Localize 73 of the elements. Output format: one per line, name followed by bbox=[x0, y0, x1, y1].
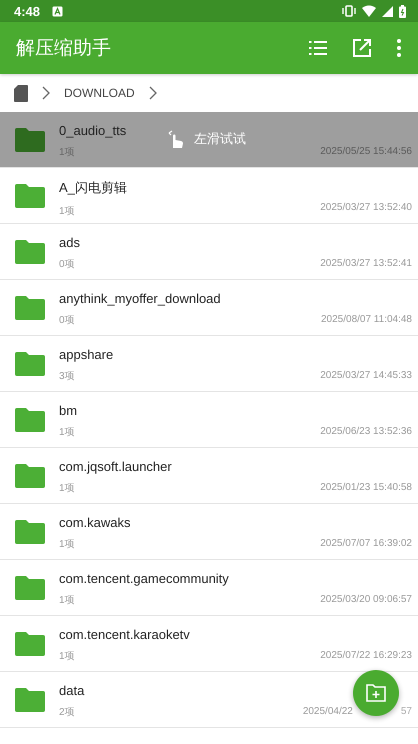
breadcrumb-item[interactable]: DOWNLOAD bbox=[64, 86, 135, 100]
folder-name: com.tencent.gamecommunity bbox=[59, 571, 229, 586]
modified-date: 2025/01/23 15:40:58 bbox=[320, 482, 412, 493]
folder-row[interactable]: appshare 3项 2025/03/27 14:45:33 bbox=[0, 336, 418, 392]
app-title: 解压缩助手 bbox=[16, 37, 112, 61]
folder-row[interactable]: A_闪电剪辑 1项 2025/03/27 13:52:40 bbox=[0, 168, 418, 224]
item-count: 1项 bbox=[59, 426, 75, 439]
more-options-icon[interactable] bbox=[396, 38, 402, 58]
sd-card-icon[interactable] bbox=[14, 84, 28, 102]
folder-name: ads bbox=[59, 235, 80, 250]
modified-date: 57 bbox=[400, 706, 412, 717]
folder-icon bbox=[15, 240, 45, 264]
folder-name: anythink_myoffer_download bbox=[59, 291, 221, 306]
list-view-icon[interactable] bbox=[308, 38, 328, 58]
item-count: 1项 bbox=[59, 205, 75, 218]
modified-date: 2025/06/23 13:52:36 bbox=[320, 426, 412, 437]
item-count: 3项 bbox=[59, 370, 75, 383]
folder-row[interactable]: ads 0项 2025/03/27 13:52:41 bbox=[0, 224, 418, 280]
modified-date: 2025/07/22 16:29:23 bbox=[320, 650, 412, 661]
folder-row[interactable]: 0_audio_tts 1项 左滑试试 2025/05/25 15:44:56 bbox=[0, 112, 418, 168]
folder-icon bbox=[15, 576, 45, 600]
folder-icon bbox=[15, 296, 45, 320]
folder-icon bbox=[15, 128, 45, 152]
folder-name: bm bbox=[59, 403, 78, 418]
folder-name: data bbox=[59, 683, 84, 698]
battery-icon bbox=[399, 4, 406, 18]
modified-date: 2025/04/22 bbox=[302, 706, 353, 717]
item-count: 0项 bbox=[59, 258, 75, 271]
item-count: 1项 bbox=[59, 538, 75, 551]
notification-icon bbox=[52, 6, 64, 16]
item-count: 1项 bbox=[59, 650, 75, 663]
chevron-icon bbox=[42, 86, 50, 100]
folder-icon bbox=[15, 464, 45, 488]
folder-icon bbox=[15, 688, 45, 712]
modified-date: 2025/08/07 11:04:48 bbox=[320, 314, 412, 325]
folder-icon bbox=[15, 352, 45, 376]
folder-name: com.tencent.karaoketv bbox=[59, 627, 190, 642]
item-count: 1项 bbox=[59, 594, 75, 607]
swipe-hand-icon bbox=[168, 130, 184, 148]
folder-icon bbox=[15, 184, 45, 208]
folder-row[interactable]: anythink_myoffer_download 0项 2025/08/07 11:04:48 bbox=[0, 280, 418, 336]
folder-name: com.kawaks bbox=[59, 515, 131, 530]
chevron-icon bbox=[148, 86, 157, 100]
item-count: 1项 bbox=[59, 482, 75, 495]
folder-name: com.jqsoft.launcher bbox=[59, 459, 172, 474]
vibrate-icon bbox=[342, 5, 356, 17]
folder-row[interactable]: com.tencent.karaoketv 1项 2025/07/22 16:29:23 bbox=[0, 616, 418, 672]
folder-name: 0_audio_tts bbox=[59, 123, 126, 138]
open-external-icon[interactable] bbox=[352, 38, 372, 58]
modified-date: 2025/03/27 13:52:41 bbox=[320, 258, 412, 269]
modified-date: 2025/03/20 09:06:57 bbox=[320, 594, 412, 605]
folder-icon bbox=[15, 520, 45, 544]
item-count: 0项 bbox=[59, 314, 75, 327]
new-folder-icon bbox=[366, 684, 386, 702]
item-count: 2项 bbox=[59, 706, 75, 719]
modified-date: 2025/07/07 16:39:02 bbox=[320, 538, 412, 549]
wifi-icon bbox=[362, 5, 376, 17]
signal-icon bbox=[382, 6, 393, 16]
folder-name: appshare bbox=[59, 347, 114, 362]
folder-icon bbox=[15, 408, 45, 432]
folder-row[interactable]: com.jqsoft.launcher 1项 2025/01/23 15:40:58 bbox=[0, 448, 418, 504]
folder-row[interactable]: bm 1项 2025/06/23 13:52:36 bbox=[0, 392, 418, 448]
item-count: 1项 bbox=[59, 146, 75, 159]
status-time: 4:48 bbox=[14, 4, 40, 18]
modified-date: 2025/05/25 15:44:56 bbox=[320, 146, 412, 157]
swipe-hint: 左滑试试 bbox=[194, 130, 246, 148]
folder-row[interactable]: com.kawaks 1项 2025/07/07 16:39:02 bbox=[0, 504, 418, 560]
modified-date: 2025/03/27 13:52:40 bbox=[320, 202, 412, 213]
modified-date: 2025/03/27 14:45:33 bbox=[320, 370, 412, 381]
new-folder-button[interactable] bbox=[353, 670, 399, 716]
folder-icon bbox=[15, 632, 45, 656]
folder-name: A_闪电剪辑 bbox=[59, 179, 127, 197]
folder-row[interactable]: com.tencent.gamecommunity 1项 2025/03/20 09:06:57 bbox=[0, 560, 418, 616]
